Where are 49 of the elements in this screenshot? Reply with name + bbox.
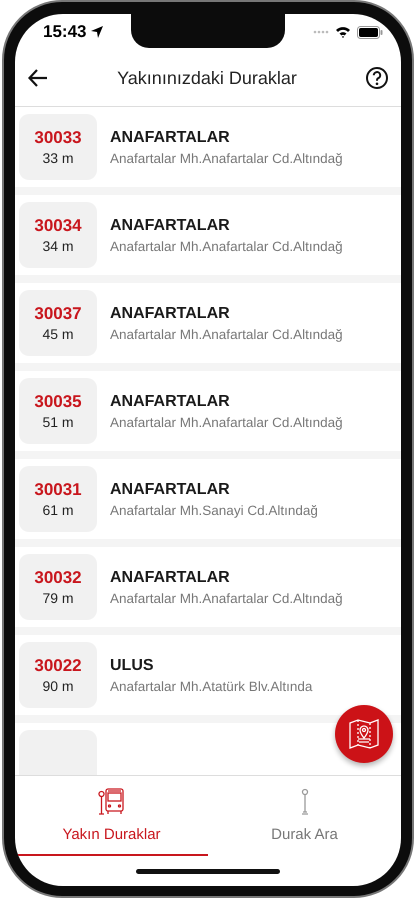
wifi-icon: [335, 26, 351, 38]
stop-code: 30034: [34, 216, 82, 236]
location-arrow-icon: [90, 25, 104, 39]
stop-distance: 33 m: [42, 150, 74, 166]
stop-address: Anafartalar Mh.Anafartalar Cd.Altındağ: [110, 326, 343, 342]
stop-card[interactable]: [15, 723, 401, 775]
stop-address: Anafartalar Mh.Anafartalar Cd.Altındağ: [110, 590, 343, 606]
stop-distance: 61 m: [42, 502, 74, 518]
stop-distance: 45 m: [42, 326, 74, 342]
stop-address: Anafartalar Mh.Sanayi Cd.Altındağ: [110, 502, 318, 518]
status-time: 15:43: [43, 22, 86, 42]
signal-dots-icon: [313, 30, 329, 34]
stop-address: Anafartalar Mh.Anafartalar Cd.Altındağ: [110, 150, 343, 166]
stop-name: ANAFARTALAR: [110, 480, 231, 498]
stop-card[interactable]: 30037 45 m ANAFARTALAR Anafartalar Mh.Anafartalar Cd.Altındağ: [15, 283, 401, 363]
bus-stop-icon: [98, 788, 126, 816]
screen-title: Yakınınızdaki Duraklar: [117, 68, 297, 88]
stop-card[interactable]: 30031 61 m ANAFARTALAR Anafartalar Mh.Sanayi Cd.Altındağ: [15, 459, 401, 539]
stop-distance: 79 m: [42, 590, 74, 606]
stop-code: 30037: [34, 304, 82, 324]
stop-name: ANAFARTALAR: [110, 216, 231, 234]
stop-address: Anafartalar Mh.Anafartalar Cd.Altındağ: [110, 414, 343, 430]
map-pin-icon: [347, 717, 381, 751]
back-arrow-icon: [27, 67, 49, 89]
stop-address: Anafartalar Mh.Atatürk Blv.Altında: [110, 678, 312, 694]
stop-distance: 51 m: [42, 414, 74, 430]
stop-name: ANAFARTALAR: [110, 304, 231, 322]
stop-address: Anafartalar Mh.Anafartalar Cd.Altındağ: [110, 238, 343, 254]
stop-code: 30033: [34, 128, 82, 148]
stop-card[interactable]: 30032 79 m ANAFARTALAR Anafartalar Mh.Anafartalar Cd.Altındağ: [15, 547, 401, 627]
stop-card[interactable]: 30033 33 m ANAFARTALAR Anafartalar Mh.Anafartalar Cd.Altındağ: [15, 107, 401, 187]
stop-distance: 34 m: [42, 238, 74, 254]
stop-name: ANAFARTALAR: [110, 392, 231, 410]
stop-name: ULUS: [110, 656, 155, 674]
help-icon: [365, 66, 389, 90]
stop-code: 30031: [34, 480, 82, 500]
stop-name: ANAFARTALAR: [110, 568, 231, 586]
tab[interactable]: Durak Ara: [208, 776, 401, 856]
stop-card[interactable]: 30035 51 m ANAFARTALAR Anafartalar Mh.Anafartalar Cd.Altındağ: [15, 371, 401, 451]
stop-code: 30035: [34, 392, 82, 412]
stop-code: 30022: [34, 656, 82, 676]
tab[interactable]: Yakın Duraklar: [15, 776, 208, 856]
stop-pole-icon: [300, 788, 310, 816]
stop-distance: 90 m: [42, 678, 74, 694]
stop-card[interactable]: 30022 90 m ULUS Anafartalar Mh.Atatürk Blv.Altında: [15, 635, 401, 715]
stop-name: ANAFARTALAR: [110, 128, 231, 146]
battery-icon: [357, 26, 383, 38]
stop-code: 30032: [34, 568, 82, 588]
stop-card[interactable]: 30034 34 m ANAFARTALAR Anafartalar Mh.Anafartalar Cd.Altındağ: [15, 195, 401, 275]
